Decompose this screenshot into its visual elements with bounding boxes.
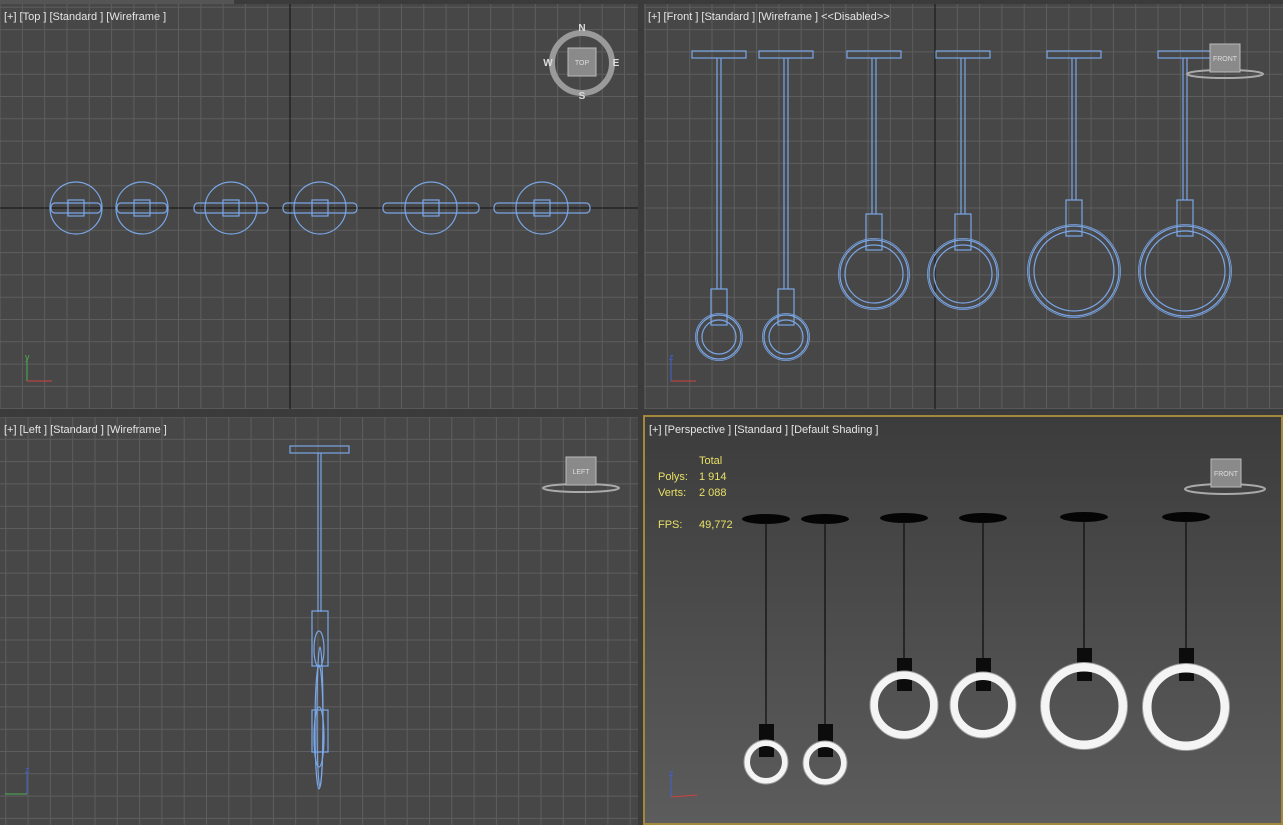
compass[interactable]: TOP N S E W [543,23,619,102]
viewport-label-perspective[interactable]: [+] [Perspective ] [Standard ] [Default Sha… [649,424,881,436]
compass-e: E [613,58,620,69]
viewport-mode-label[interactable]: [Standard ] [701,11,755,23]
viewport-left-canvas: LEFT z [0,417,638,825]
axis-z-label: z [25,765,30,775]
stats-verts-label: Verts: [658,487,687,499]
viewport-label-left[interactable]: [+] [Left ] [Standard ] [Wireframe ] [4,424,170,436]
viewport-menu-button[interactable]: [+] [649,424,662,436]
axis-tripod-top: y [25,352,52,382]
axis-z-label: z [669,768,674,778]
lamp-perspective [742,514,790,524]
viewport-disabled-label: <<Disabled>> [821,11,890,23]
lamp-perspective [1060,512,1108,522]
viewport-shading-label[interactable]: [Wireframe ] [758,11,818,23]
viewport-mode-label[interactable]: [Standard ] [734,424,788,436]
viewport-view-label[interactable]: [Perspective ] [665,424,732,436]
viewport-top[interactable]: [+] [Top ] [Standard ] [Wireframe ] TOP N S… [0,4,638,409]
scene-statistics: Total Polys: 1 914 Verts: 2 088 FPS: 49,772 [658,455,733,535]
axis-tripod-perspective: z [669,768,698,798]
axis-z-label: z [669,352,674,362]
viewport-menu-button[interactable]: [+] [4,11,17,23]
lamps-perspective-shaded [742,512,1230,786]
stats-polys-label: Polys: [658,471,688,483]
lamp-perspective [1162,512,1210,522]
viewport-perspective[interactable]: [+] [Perspective ] [Standard ] [Default Sha… [643,415,1283,825]
viewport-label-front[interactable]: [+] [Front ] [Standard ] [Wireframe ] <<Disa… [648,11,893,23]
viewport-menu-button[interactable]: [+] [648,11,661,23]
viewport-left[interactable]: [+] [Left ] [Standard ] [Wireframe ] LEFT z [0,417,638,825]
viewport-menu-button[interactable]: [+] [4,424,17,436]
viewport-view-label[interactable]: [Left ] [20,424,48,436]
stats-fps-label: FPS: [658,519,683,531]
lamp-perspective [959,513,1007,523]
axis-tripod-left: z [5,765,30,795]
viewport-mode-label[interactable]: [Standard ] [50,424,104,436]
compass-w: W [543,58,553,69]
viewport-shading-label[interactable]: [Wireframe ] [106,11,166,23]
grid-left [0,417,638,825]
viewcube-face-left: LEFT [572,469,590,476]
viewport-label-top[interactable]: [+] [Top ] [Standard ] [Wireframe ] [4,11,169,23]
viewport-shading-label[interactable]: [Default Shading ] [791,424,878,436]
axis-y-label: y [25,352,30,362]
compass-n: N [578,23,585,34]
viewcube-perspective[interactable]: FRONT [1184,458,1266,495]
axis-tripod-front: z [669,352,696,382]
lamp-perspective [801,514,849,524]
viewport-top-canvas: TOP N S E W y [0,4,638,409]
lamp-perspective [880,513,928,523]
stats-verts-value: 2 088 [699,487,727,499]
viewcube-face-front: FRONT [1213,56,1238,63]
viewcube-face-persp: FRONT [1214,471,1239,478]
stats-fps-value: 49,772 [699,519,733,531]
stats-total-label: Total [699,455,723,467]
viewport-perspective-canvas: FRONT z [669,458,1266,798]
lamps-front-wireframe [691,50,1232,361]
viewport-front-canvas: FRONT z [644,4,1283,409]
viewport-front[interactable]: [+] [Front ] [Standard ] [Wireframe ] <<Disa… [644,4,1283,409]
viewcube-face-top: TOP [575,60,590,67]
stats-polys-value: 1 914 [699,471,727,483]
compass-s: S [579,91,586,102]
viewport-shading-label[interactable]: [Wireframe ] [107,424,167,436]
viewport-view-label[interactable]: [Front ] [664,11,699,23]
viewport-mode-label[interactable]: [Standard ] [49,11,103,23]
viewport-view-label[interactable]: [Top ] [20,11,47,23]
